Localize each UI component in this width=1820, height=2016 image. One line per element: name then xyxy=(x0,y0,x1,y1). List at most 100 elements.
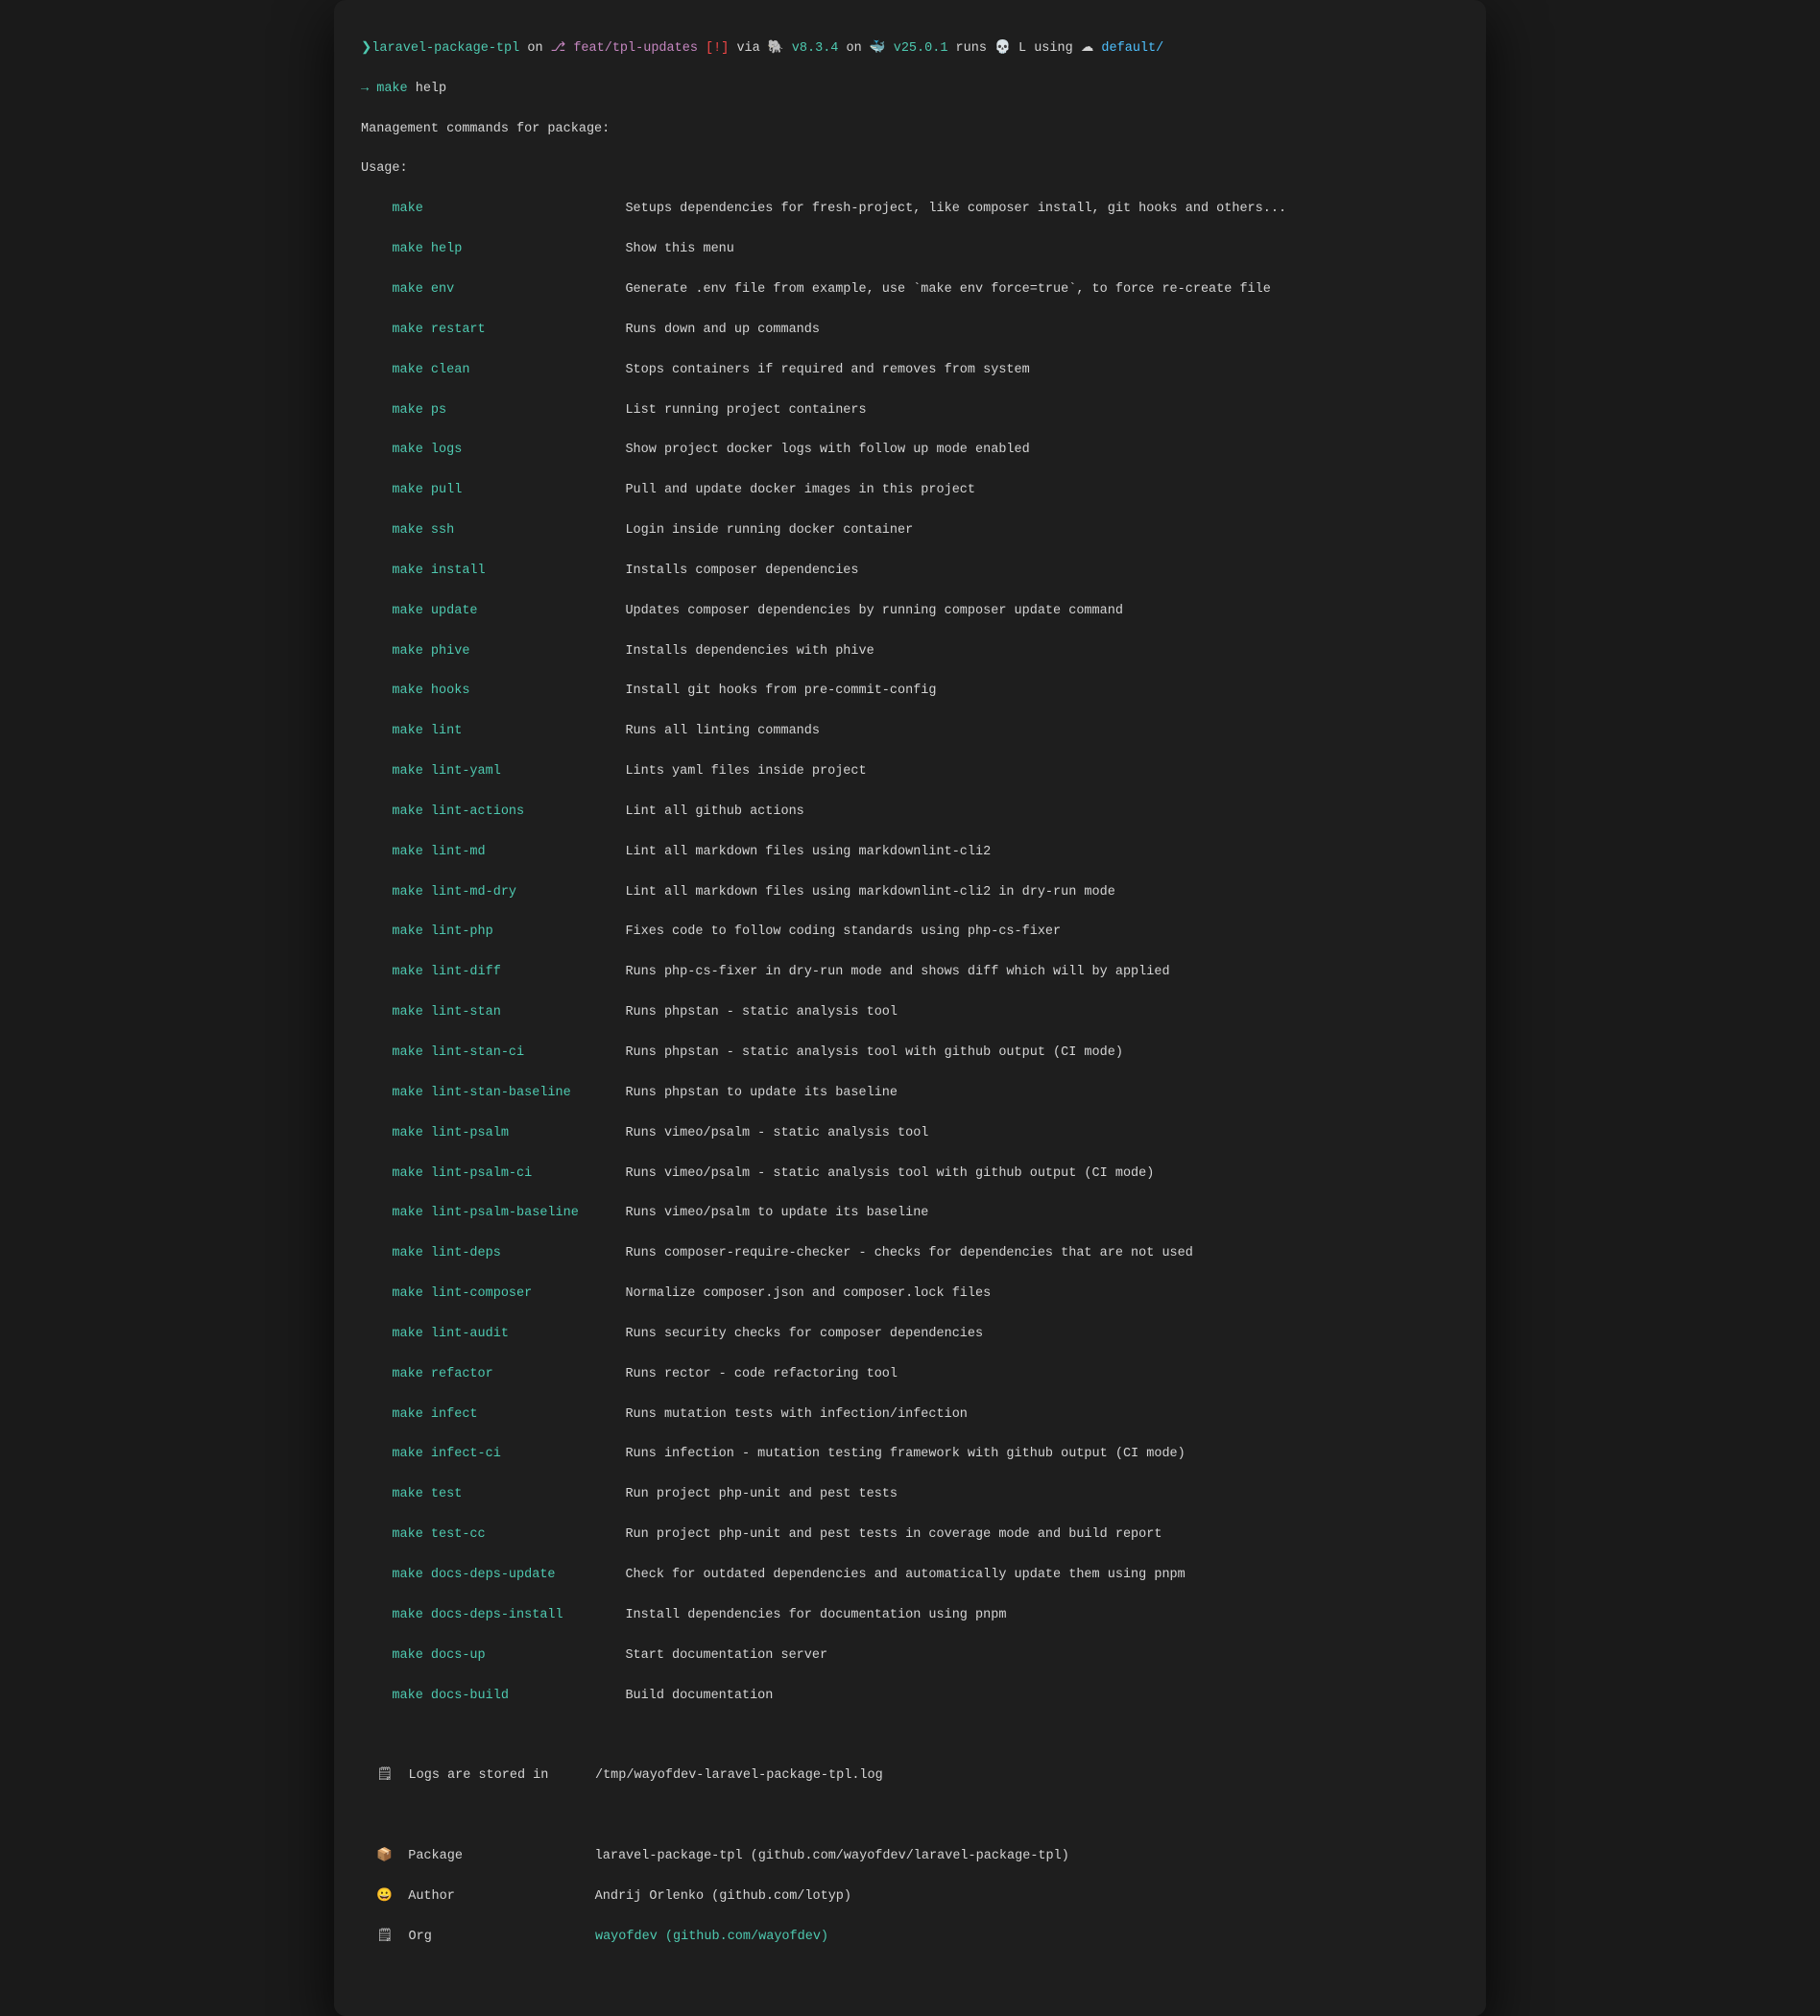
cmd-make-lint-php: make lint-php Fixes code to follow codin… xyxy=(361,923,1459,943)
cmd-make-lint-actions: make lint-actions Lint all github action… xyxy=(361,803,1459,823)
footer-org: 🗒 Org wayofdev (github.com/wayofdev) xyxy=(361,1928,1459,1948)
cmd-make-lint-stan: make lint-stan Runs phpstan - static ana… xyxy=(361,1003,1459,1023)
cmd-make: make Setups dependencies for fresh-proje… xyxy=(361,200,1459,220)
branch-label: ⎇ feat/tpl-updates xyxy=(551,41,698,56)
cmd-make-help: make help Show this menu xyxy=(361,240,1459,260)
cmd-text: make lint-composer xyxy=(392,1286,625,1301)
cmd-make-refactor: make refactor Runs rector - code refacto… xyxy=(361,1365,1459,1385)
cmd-text: make lint-psalm-baseline xyxy=(392,1206,625,1220)
cmd-make-lint-yaml: make lint-yaml Lints yaml files inside p… xyxy=(361,762,1459,782)
cmd-text: make lint-md-dry xyxy=(392,885,625,900)
cmd-make-hooks: make hooks Install git hooks from pre-co… xyxy=(361,682,1459,702)
org-label: Org xyxy=(409,1930,595,1944)
cmd-text: make pull xyxy=(392,483,625,497)
cmd-text: make lint-stan-ci xyxy=(392,1045,625,1060)
cmd-make-docs-deps-install: make docs-deps-install Install dependenc… xyxy=(361,1606,1459,1626)
org-value: wayofdev (github.com/wayofdev) xyxy=(595,1930,828,1944)
header-line-2: Usage: xyxy=(361,159,1459,180)
footer-author: 😀 Author Andrij Orlenko (github.com/loty… xyxy=(361,1887,1459,1908)
cmd-make-docs-build: make docs-build Build documentation xyxy=(361,1687,1459,1707)
cmd-make-lint-psalm-ci: make lint-psalm-ci Runs vimeo/psalm - st… xyxy=(361,1164,1459,1185)
cmd-make-clean: make clean Stops containers if required … xyxy=(361,361,1459,381)
cmd-text: make update xyxy=(392,604,625,618)
cmd-text: make lint-php xyxy=(392,924,625,939)
cmd-text: make lint-psalm xyxy=(392,1126,625,1140)
cmd-text: make ssh xyxy=(392,523,625,538)
cmd-make-infect: make infect Runs mutation tests with inf… xyxy=(361,1405,1459,1426)
cmd-text: make env xyxy=(392,282,625,297)
cmd-text: make lint-diff xyxy=(392,965,625,979)
cmd-text: make lint-audit xyxy=(392,1327,625,1341)
footer-logs: 🗒 Logs are stored in /tmp/wayofdev-larav… xyxy=(361,1766,1459,1787)
cmd-make-lint-audit: make lint-audit Runs security checks for… xyxy=(361,1325,1459,1345)
cmd-text: make ps xyxy=(392,403,625,418)
cmd-make-update: make update Updates composer dependencie… xyxy=(361,602,1459,622)
cmd-text: make clean xyxy=(392,363,625,377)
cmd-text: make lint-stan-baseline xyxy=(392,1086,625,1100)
cmd-make-lint-md-dry: make lint-md-dry Lint all markdown files… xyxy=(361,883,1459,903)
cmd-make-docs-up: make docs-up Start documentation server xyxy=(361,1646,1459,1667)
default-label: default/ xyxy=(1101,41,1163,56)
cmd-text: make lint-actions xyxy=(392,804,625,819)
cmd-text: make lint-md xyxy=(392,845,625,859)
php-version: v8.3.4 xyxy=(792,41,839,56)
spacer-1 xyxy=(361,1726,1459,1746)
cmd-make-logs: make logs Show project docker logs with … xyxy=(361,441,1459,461)
cmd-text: make infect-ci xyxy=(392,1447,625,1461)
footer-package: 📦 Package laravel-package-tpl (github.co… xyxy=(361,1847,1459,1867)
l-label: L xyxy=(1018,41,1026,56)
cmd-make-lint-diff: make lint-diff Runs php-cs-fixer in dry-… xyxy=(361,963,1459,983)
spacer-2 xyxy=(361,1807,1459,1827)
cmd-make-lint-composer: make lint-composer Normalize composer.js… xyxy=(361,1284,1459,1305)
terminal-content: ❯laravel-package-tpl on ⎇ feat/tpl-updat… xyxy=(361,19,1459,1987)
cmd-text: make lint xyxy=(392,724,625,738)
author-label: Author xyxy=(408,1889,594,1904)
cmd-text: make xyxy=(392,202,625,216)
php-icon: 🐘 xyxy=(768,41,784,56)
cmd-make-ssh: make ssh Login inside running docker con… xyxy=(361,521,1459,541)
terminal-window: ❯laravel-package-tpl on ⎇ feat/tpl-updat… xyxy=(334,0,1486,2016)
cmd-text: make docs-up xyxy=(392,1648,625,1663)
cmd-make-lint-stan-baseline: make lint-stan-baseline Runs phpstan to … xyxy=(361,1084,1459,1104)
package-label: Package xyxy=(408,1849,594,1863)
cmd-text: make lint-yaml xyxy=(392,764,625,779)
cmd-make-phive: make phive Installs dependencies with ph… xyxy=(361,642,1459,662)
cmd-text: make restart xyxy=(392,323,625,337)
cmd-make-ps: make ps List running project containers xyxy=(361,401,1459,421)
arrow: → xyxy=(361,82,369,96)
cmd-make-lint: make lint Runs all linting commands xyxy=(361,722,1459,742)
cmd-text: make hooks xyxy=(392,684,625,698)
cmd-make-test: make test Run project php-unit and pest … xyxy=(361,1485,1459,1505)
cmd-make-lint-stan-ci: make lint-stan-ci Runs phpstan - static … xyxy=(361,1044,1459,1064)
cmd-make-install: make install Installs composer dependenc… xyxy=(361,562,1459,582)
cmd-make-lint-psalm-baseline: make lint-psalm-baseline Runs vimeo/psal… xyxy=(361,1204,1459,1224)
cmd-make-infect-ci: make infect-ci Runs infection - mutation… xyxy=(361,1445,1459,1465)
cmd-text: make help xyxy=(392,242,625,256)
cmd-make-test-cc: make test-cc Run project php-unit and pe… xyxy=(361,1525,1459,1546)
cmd-text: make lint-deps xyxy=(392,1246,625,1260)
header-line-1: Management commands for package: xyxy=(361,120,1459,140)
prompt-line: ❯laravel-package-tpl on ⎇ feat/tpl-updat… xyxy=(361,39,1459,60)
skull-icon: 💀 xyxy=(994,41,1011,56)
node-version: v25.0.1 xyxy=(894,41,948,56)
cmd-text: make install xyxy=(392,564,625,578)
command-line: → make help xyxy=(361,80,1459,100)
cloud-icon: ☁ xyxy=(1081,41,1094,56)
cmd-text: make phive xyxy=(392,644,625,659)
cmd-make-lint-deps: make lint-deps Runs composer-require-che… xyxy=(361,1244,1459,1264)
branch-flag: [!] xyxy=(706,41,729,56)
cmd-text: make refactor xyxy=(392,1367,625,1381)
cmd-make-env: make env Generate .env file from example… xyxy=(361,280,1459,300)
cmd-make-lint-psalm: make lint-psalm Runs vimeo/psalm - stati… xyxy=(361,1124,1459,1144)
make-cmd: make xyxy=(376,82,407,96)
logs-label: Logs are stored in xyxy=(409,1768,595,1783)
cmd-text: make infect xyxy=(392,1407,625,1422)
node-icon: 🐳 xyxy=(870,41,886,56)
cmd-make-docs-deps-update: make docs-deps-update Check for outdated… xyxy=(361,1566,1459,1586)
cmd-text: make docs-build xyxy=(392,1689,625,1703)
cmd-text: make logs xyxy=(392,443,625,457)
directory-label: ❯laravel-package-tpl xyxy=(361,41,519,56)
cmd-text: make test xyxy=(392,1487,625,1501)
cmd-text: make docs-deps-install xyxy=(392,1608,625,1622)
cmd-text: make docs-deps-update xyxy=(392,1568,625,1582)
